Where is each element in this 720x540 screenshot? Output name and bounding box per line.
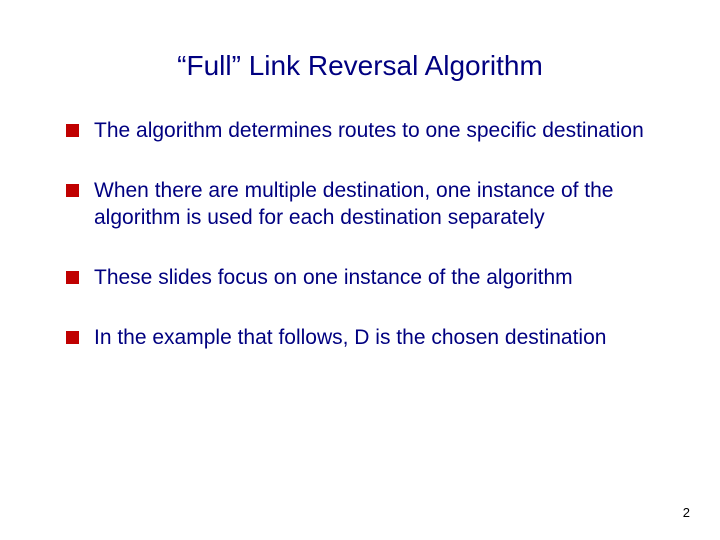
page-number: 2	[683, 505, 690, 520]
slide: “Full” Link Reversal Algorithm The algor…	[0, 0, 720, 540]
list-item: In the example that follows, D is the ch…	[60, 325, 660, 351]
list-item: When there are multiple destination, one…	[60, 178, 660, 231]
bullet-list: The algorithm determines routes to one s…	[60, 118, 660, 351]
list-item: These slides focus on one instance of th…	[60, 265, 660, 291]
slide-title: “Full” Link Reversal Algorithm	[60, 50, 660, 82]
list-item: The algorithm determines routes to one s…	[60, 118, 660, 144]
